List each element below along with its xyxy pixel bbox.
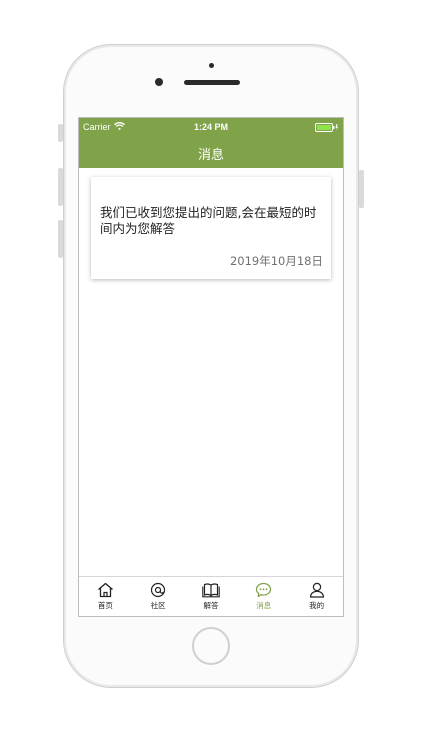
status-time: 1:24 PM — [193, 122, 228, 132]
tab-messages[interactable]: 消息 — [237, 577, 290, 616]
tab-community[interactable]: 社区 — [132, 577, 185, 616]
tab-bar: 首页 社区 解答 消息 我的 — [79, 576, 343, 616]
page-title: 消息 — [197, 148, 224, 163]
volume-up-button — [58, 168, 63, 206]
tab-profile[interactable]: 我的 — [290, 577, 343, 616]
power-button — [359, 170, 364, 208]
book-icon — [185, 582, 238, 598]
tab-label: 社区 — [150, 601, 166, 610]
message-list: 我们已收到您提出的问题,会在最短的时间内为您解答 2019年10月18日 — [79, 168, 343, 578]
tab-answers[interactable]: 解答 — [185, 577, 238, 616]
mute-switch — [58, 124, 63, 142]
tab-label: 消息 — [256, 601, 272, 610]
message-date: 2019年10月18日 — [229, 254, 323, 268]
proximity-sensor — [209, 63, 214, 68]
app-screen: Carrier 1:24 PM 消息 我们已收到您提出的问题,会在最短的时间内为… — [78, 117, 344, 617]
battery-icon — [315, 123, 339, 135]
message-card[interactable]: 我们已收到您提出的问题,会在最短的时间内为您解答 2019年10月18日 — [91, 177, 331, 279]
front-camera — [155, 78, 163, 86]
earpiece-speaker — [184, 80, 240, 85]
tab-home[interactable]: 首页 — [79, 577, 132, 616]
message-text: 我们已收到您提出的问题,会在最短的时间内为您解答 — [100, 205, 317, 236]
user-icon — [290, 582, 343, 598]
home-button[interactable] — [192, 627, 230, 665]
chat-icon — [237, 582, 290, 598]
status-bar: Carrier 1:24 PM — [79, 118, 343, 138]
community-icon — [132, 582, 185, 598]
tab-label: 我的 — [309, 601, 325, 610]
home-icon — [79, 582, 132, 598]
tab-label: 首页 — [97, 601, 113, 610]
nav-header: Carrier 1:24 PM 消息 — [79, 118, 343, 168]
tab-label: 解答 — [203, 601, 219, 610]
volume-down-button — [58, 220, 63, 258]
